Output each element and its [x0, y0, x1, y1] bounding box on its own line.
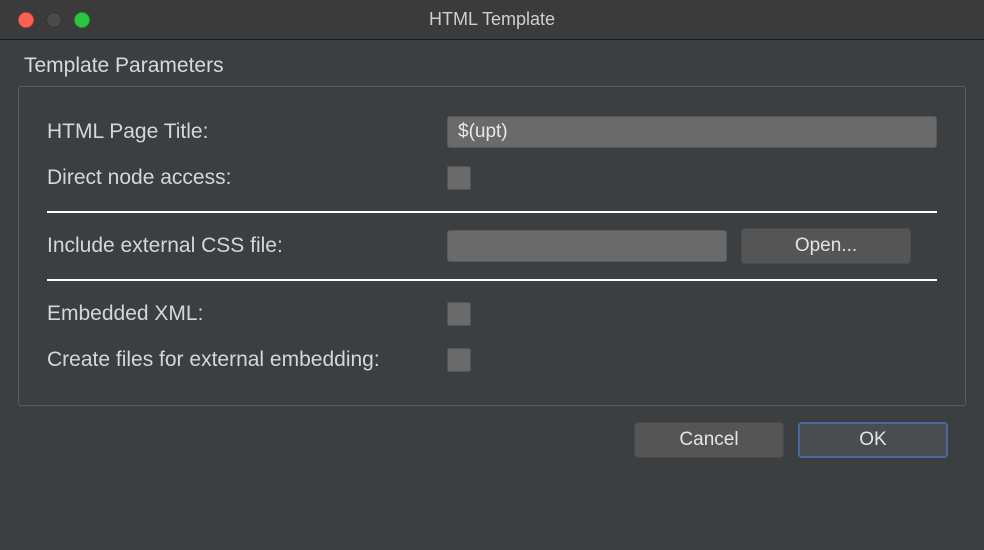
divider [47, 211, 937, 213]
row-page-title: HTML Page Title: [47, 109, 937, 155]
minimize-window-icon [46, 12, 62, 28]
external-css-input[interactable] [447, 230, 727, 262]
direct-node-checkbox[interactable] [447, 166, 471, 190]
page-title-label: HTML Page Title: [47, 120, 447, 144]
cancel-button[interactable]: Cancel [634, 422, 784, 458]
row-embedded-xml: Embedded XML: [47, 291, 937, 337]
open-button[interactable]: Open... [741, 228, 911, 264]
dialog-footer: Cancel OK [18, 406, 966, 458]
window-title: HTML Template [0, 9, 984, 30]
close-window-icon[interactable] [18, 12, 34, 28]
divider [47, 279, 937, 281]
traffic-lights [0, 12, 90, 28]
page-title-input[interactable] [447, 116, 937, 148]
row-create-files: Create files for external embedding: [47, 337, 937, 383]
embedded-xml-label: Embedded XML: [47, 302, 447, 326]
section-label: Template Parameters [18, 54, 966, 78]
parameters-panel: HTML Page Title: Direct node access: Inc… [18, 86, 966, 406]
create-files-checkbox[interactable] [447, 348, 471, 372]
direct-node-label: Direct node access: [47, 166, 447, 190]
ok-button[interactable]: OK [798, 422, 948, 458]
external-css-label: Include external CSS file: [47, 234, 447, 258]
dialog-body: Template Parameters HTML Page Title: Dir… [0, 40, 984, 476]
row-external-css: Include external CSS file: Open... [47, 223, 937, 269]
row-direct-node: Direct node access: [47, 155, 937, 201]
embedded-xml-checkbox[interactable] [447, 302, 471, 326]
zoom-window-icon[interactable] [74, 12, 90, 28]
titlebar: HTML Template [0, 0, 984, 40]
create-files-label: Create files for external embedding: [47, 348, 447, 372]
